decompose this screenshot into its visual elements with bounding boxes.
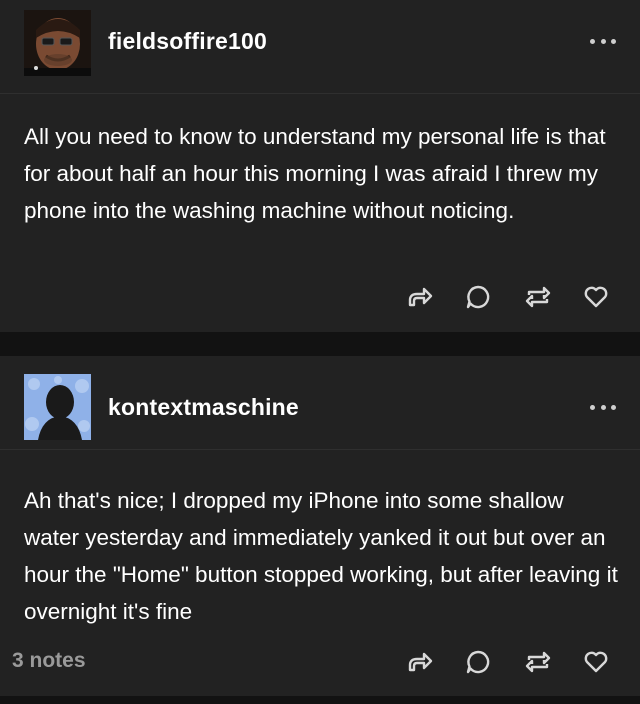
reply-bubble-icon[interactable] [462,646,494,678]
share-arrow-icon[interactable] [404,281,436,313]
default-silhouette-avatar-icon [24,374,91,440]
reblog-icon[interactable] [522,281,554,313]
share-arrow-icon[interactable] [404,646,436,678]
more-dots-icon[interactable] [590,400,616,414]
post-header: kontextmaschine [0,356,640,450]
post-card: fieldsoffire100 All you need to know to … [0,0,640,332]
user-avatar-photo-icon [24,10,91,76]
post-header: fieldsoffire100 [0,0,640,94]
post-card: kontextmaschine Ah that's nice; I droppe… [0,356,640,696]
post-text: All you need to know to understand my pe… [24,124,606,223]
avatar[interactable] [24,10,91,76]
heart-icon[interactable] [580,646,612,678]
reblog-icon[interactable] [522,646,554,678]
username[interactable]: fieldsoffire100 [108,28,267,55]
post-actions [404,281,614,311]
heart-icon[interactable] [580,281,612,313]
username[interactable]: kontextmaschine [108,394,299,421]
avatar[interactable] [24,374,91,440]
notes-count[interactable]: 3 notes [12,649,86,673]
more-dots-icon[interactable] [590,34,616,48]
post-text: Ah that's nice; I dropped my iPhone into… [24,488,618,624]
reply-bubble-icon[interactable] [462,281,494,313]
post-actions [404,646,614,676]
